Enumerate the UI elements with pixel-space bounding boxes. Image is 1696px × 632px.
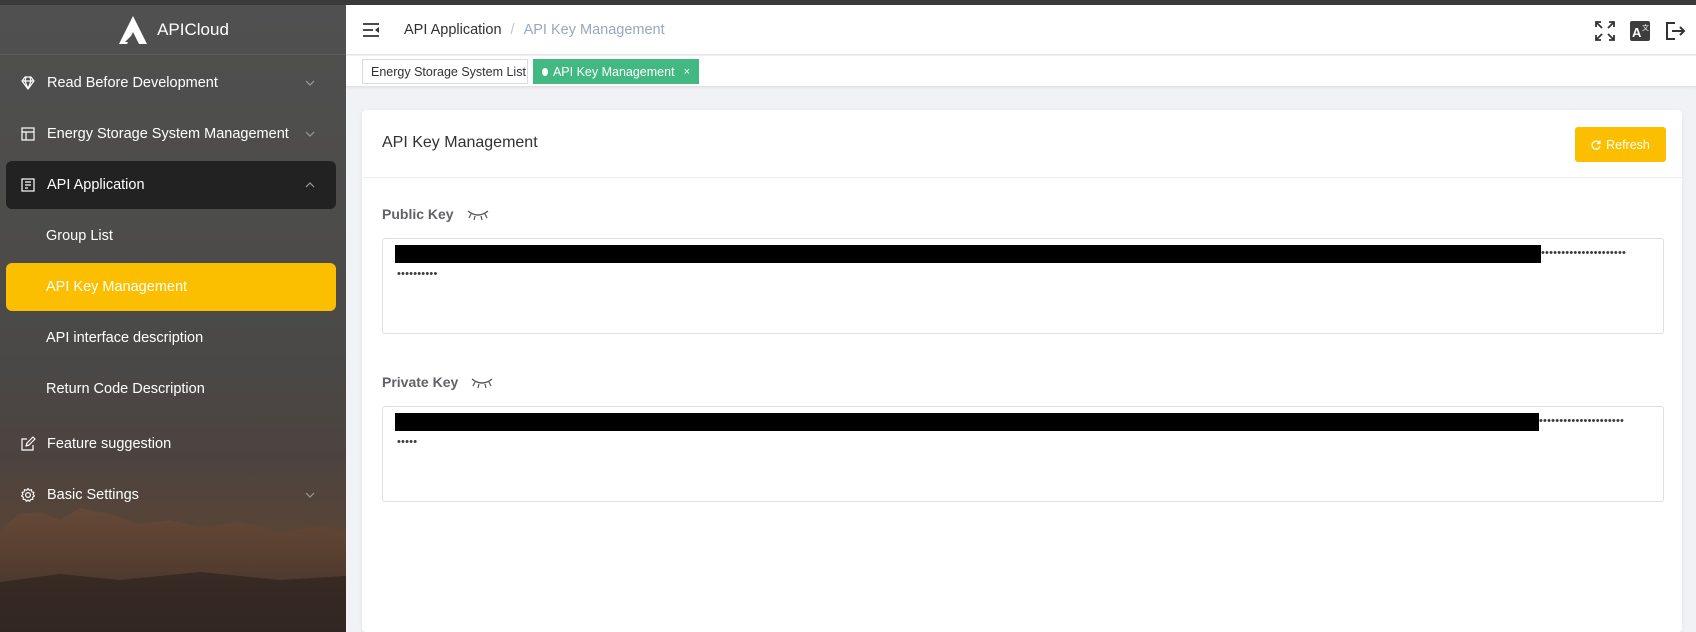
sidebar: APICloud Read Before Development Energy …	[0, 5, 346, 632]
public-key-label: Public Key	[382, 206, 454, 222]
masked-key-text: •••••••••••••••••••••	[1539, 415, 1625, 427]
system-icon	[21, 127, 35, 141]
breadcrumb-item-api-key-management: API Key Management	[523, 22, 665, 38]
svg-text:A: A	[1632, 25, 1642, 40]
masked-key-text: •••••••••••••••••••••	[1541, 247, 1627, 259]
tag-api-key-management[interactable]: API Key Management ×	[533, 59, 699, 84]
refresh-icon	[1591, 140, 1601, 150]
tag-label: API Key Management	[552, 64, 675, 79]
tags-view-bar: Energy Storage System List API Key Manag…	[346, 56, 1696, 87]
close-icon[interactable]: ×	[684, 66, 690, 78]
chevron-down-icon	[305, 492, 315, 498]
top-header: API Application / API Key Management A 文	[346, 5, 1696, 55]
chevron-down-icon	[305, 131, 315, 137]
sidebar-item-energy-storage-system-management[interactable]: Energy Storage System Management	[6, 110, 336, 158]
sidebar-item-api-application[interactable]: API Application	[6, 161, 336, 209]
top-border	[0, 0, 1696, 5]
redacted-block	[395, 413, 1539, 431]
card-title: API Key Management	[382, 134, 538, 151]
sidebar-item-label: API Application	[47, 177, 145, 193]
eye-closed-icon[interactable]	[466, 207, 490, 221]
sidebar-item-label: Feature suggestion	[47, 436, 172, 452]
sidebar-subitem-api-interface-description[interactable]: API interface description	[6, 314, 336, 362]
card-header: API Key Management Refresh	[362, 110, 1682, 178]
public-key-label-row: Public Key	[382, 206, 490, 222]
sidebar-item-basic-settings[interactable]: Basic Settings	[6, 471, 336, 519]
refresh-label: Refresh	[1606, 137, 1650, 152]
chevron-up-icon	[305, 182, 315, 188]
sidebar-subitem-return-code-description[interactable]: Return Code Description	[6, 365, 336, 413]
sidebar-item-feature-suggestion[interactable]: Feature suggestion	[6, 420, 336, 468]
sidebar-item-label: API interface description	[46, 330, 204, 346]
sidebar-item-read-before-development[interactable]: Read Before Development	[6, 59, 336, 107]
public-key-textarea[interactable]: ••••••••••••••••••••• ••••••••••	[382, 238, 1664, 334]
sidebar-item-label: Read Before Development	[47, 75, 218, 91]
api-key-card: API Key Management Refresh Public Key ••…	[362, 110, 1682, 632]
logout-icon[interactable]	[1664, 20, 1686, 42]
eye-closed-icon[interactable]	[470, 375, 494, 389]
menu-toggle-icon[interactable]	[362, 22, 380, 38]
svg-text:文: 文	[1642, 23, 1649, 32]
sidebar-subitem-group-list[interactable]: Group List	[6, 212, 336, 260]
sidebar-item-label: API Key Management	[46, 279, 188, 295]
sidebar-item-label: Basic Settings	[47, 487, 139, 503]
chevron-down-icon	[305, 80, 315, 86]
private-key-textarea[interactable]: ••••••••••••••••••••• •••••	[382, 406, 1664, 502]
breadcrumb-separator: /	[510, 22, 515, 38]
edit-icon	[21, 436, 36, 451]
diamond-icon	[21, 76, 35, 90]
app-name: APICloud	[157, 19, 229, 39]
sidebar-item-label: Return Code Description	[46, 381, 205, 397]
tag-label: Energy Storage System List	[371, 64, 526, 79]
refresh-button[interactable]: Refresh	[1575, 127, 1666, 162]
tag-energy-storage-system-list[interactable]: Energy Storage System List	[362, 59, 528, 84]
fullscreen-icon[interactable]	[1594, 20, 1616, 42]
masked-key-text: ••••••••••	[397, 268, 438, 280]
private-key-label: Private Key	[382, 374, 459, 390]
translate-icon[interactable]: A 文	[1629, 20, 1651, 42]
gear-icon	[20, 487, 36, 502]
redacted-block	[395, 245, 1541, 263]
brand[interactable]: APICloud	[0, 5, 346, 55]
document-icon	[21, 178, 35, 192]
sidebar-item-label: Energy Storage System Management	[47, 126, 289, 142]
breadcrumb-item-api-application[interactable]: API Application	[404, 22, 502, 38]
active-dot-icon	[542, 67, 548, 76]
masked-key-text: •••••	[397, 436, 418, 448]
apicloud-logo-icon	[119, 15, 148, 44]
main-area: API Application / API Key Management A 文…	[346, 5, 1696, 632]
sidebar-item-label: Group List	[46, 228, 113, 244]
private-key-label-row: Private Key	[382, 374, 494, 390]
breadcrumb: API Application / API Key Management	[404, 22, 665, 38]
sidebar-subitem-api-key-management[interactable]: API Key Management	[6, 263, 336, 311]
